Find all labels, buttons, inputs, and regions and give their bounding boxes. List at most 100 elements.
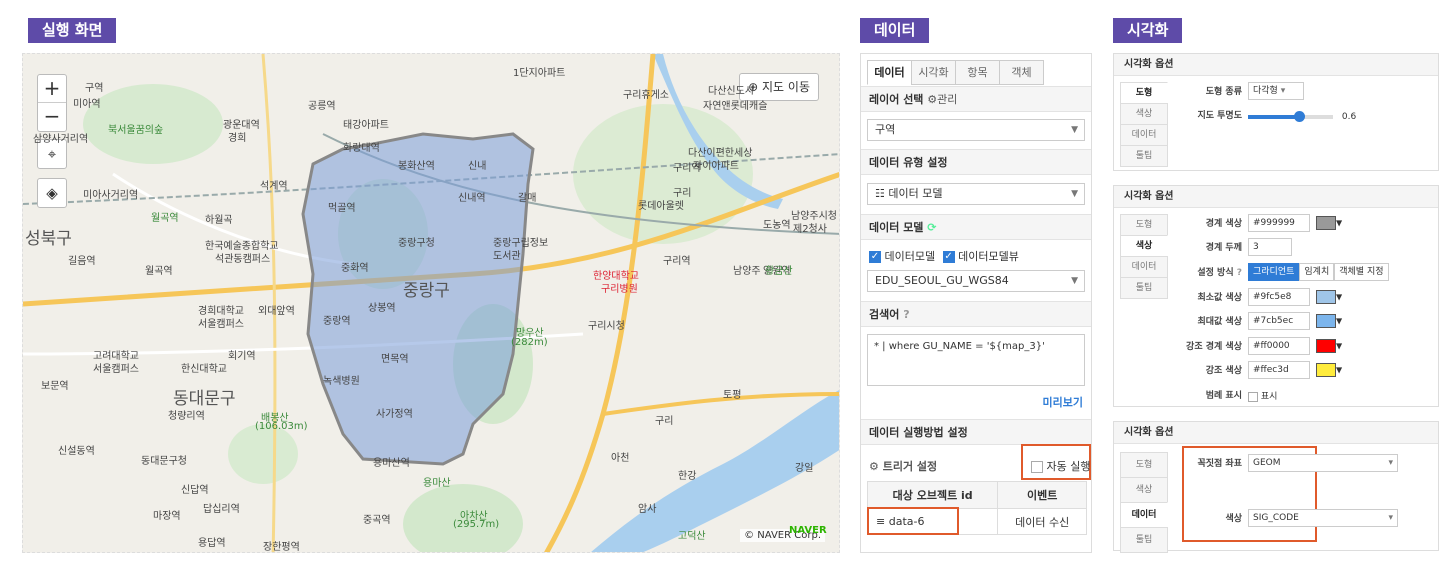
shape-type-row: 도형 종류 다각형 ▾ bbox=[1172, 82, 1434, 104]
map-label: 보문역 bbox=[41, 381, 69, 392]
color-swatch[interactable] bbox=[1316, 339, 1336, 353]
opacity-slider[interactable] bbox=[1248, 110, 1333, 122]
tab-tooltip[interactable]: 툴팁 bbox=[1120, 527, 1168, 553]
trigger-setting[interactable]: ⚙ 트리거 설정 bbox=[869, 458, 937, 474]
map-label: 중랑구 bbox=[403, 281, 450, 301]
zoom-control: + − bbox=[37, 74, 67, 132]
map-label: 롯데아울렛 bbox=[638, 201, 684, 212]
gear-icon: ⚙ bbox=[927, 93, 938, 106]
tab-items[interactable]: 항목 bbox=[955, 60, 1000, 85]
tab-color[interactable]: 색상 bbox=[1120, 235, 1168, 257]
map-label: 태강아파트 bbox=[343, 120, 389, 131]
map-label: 제2청사 bbox=[793, 224, 827, 235]
map-label: 중곡역 bbox=[363, 515, 391, 526]
data-model-select[interactable]: EDU_SEOUL_GU_WGS84 ▼ bbox=[867, 270, 1085, 292]
map-label: 구리역 bbox=[673, 163, 701, 174]
map-label: 토평 bbox=[723, 390, 742, 401]
tab-data[interactable]: 데이터 bbox=[867, 60, 912, 85]
zoom-out-button[interactable]: − bbox=[38, 103, 66, 131]
vis-options-data: 시각화 옵션 도형 색상 데이터 툴팁 꼭짓점 좌표 GEOM ▾ 색상 SIG_… bbox=[1113, 421, 1439, 553]
tab-data[interactable]: 데이터 bbox=[1120, 256, 1168, 278]
vertex-row: 꼭짓점 좌표 GEOM ▾ bbox=[1172, 454, 1434, 476]
tab-object[interactable]: 객체 bbox=[999, 60, 1044, 85]
highlight-color-input[interactable]: #ffec3d bbox=[1248, 361, 1310, 379]
tab-shape[interactable]: 도형 bbox=[1120, 452, 1168, 478]
map-label: 신내 bbox=[468, 161, 487, 172]
tab-data[interactable]: 데이터 bbox=[1120, 502, 1168, 528]
color-field-select[interactable]: SIG_CODE ▾ bbox=[1248, 509, 1398, 527]
data-model-checkbox[interactable]: ✓ bbox=[869, 251, 881, 263]
border-width-input[interactable]: 3 bbox=[1248, 238, 1292, 256]
data-type-select[interactable]: ☷ 데이터 모델 ▼ bbox=[867, 183, 1085, 205]
event-cell: 데이터 수신 bbox=[997, 508, 1087, 535]
vertex-select[interactable]: GEOM ▾ bbox=[1248, 454, 1398, 472]
tab-color[interactable]: 색상 bbox=[1120, 477, 1168, 503]
chevron-down-icon[interactable]: ▼ bbox=[1336, 317, 1342, 326]
tab-data[interactable]: 데이터 bbox=[1120, 124, 1168, 146]
map-label: (282m) bbox=[511, 337, 548, 348]
map-label: 경희 bbox=[228, 133, 247, 144]
map-label: 면목역 bbox=[381, 354, 409, 365]
visualization-header: 시각화 bbox=[1113, 18, 1183, 43]
highlight-border-input[interactable]: #ff0000 bbox=[1248, 337, 1310, 355]
tab-color[interactable]: 색상 bbox=[1120, 103, 1168, 125]
vis-options-title: 시각화 옵션 bbox=[1114, 186, 1438, 208]
map-label: 화랑대역 bbox=[343, 143, 380, 154]
color-swatch[interactable] bbox=[1316, 290, 1336, 304]
auto-run-checkbox[interactable]: 자동 실행 bbox=[1031, 458, 1090, 474]
run-screen-header: 실행 화면 bbox=[28, 18, 117, 43]
layer-select[interactable]: 구역 ▼ bbox=[867, 119, 1085, 141]
map-label: 먹골역 bbox=[328, 203, 356, 214]
naver-logo: NAVER bbox=[789, 525, 827, 536]
max-color-input[interactable]: #7cb5ec bbox=[1248, 312, 1310, 330]
legend-checkbox[interactable] bbox=[1248, 391, 1258, 402]
map-label: 서울캠퍼스 bbox=[198, 319, 244, 330]
opacity-row: 지도 투명도 0.6 bbox=[1197, 110, 1357, 122]
map-label: 신내역 bbox=[458, 193, 486, 204]
color-swatch[interactable] bbox=[1316, 314, 1336, 328]
refresh-icon[interactable]: ⟳ bbox=[927, 221, 936, 234]
map-label: 용마산 bbox=[423, 478, 451, 489]
tab-tooltip[interactable]: 툴팁 bbox=[1120, 277, 1168, 299]
map-label: 신설동역 bbox=[58, 446, 95, 457]
tab-visualization[interactable]: 시각화 bbox=[911, 60, 956, 85]
chevron-down-icon[interactable]: ▼ bbox=[1336, 219, 1342, 228]
chevron-down-icon[interactable]: ▼ bbox=[1336, 366, 1342, 375]
map-label: 답십리역 bbox=[203, 504, 240, 515]
preview-link[interactable]: 미리보기 bbox=[1043, 394, 1083, 410]
map-view[interactable]: + − ⌖ ◈ ⊕ 지도 이동 1단지아파트 구리휴게소 다산신도시 자연앤롯데… bbox=[22, 53, 840, 553]
highlight-color-row: 강조 색상 #ffec3d ▼ bbox=[1172, 361, 1434, 383]
map-label: 도서관 bbox=[493, 251, 521, 262]
per-object-button[interactable]: 객체별 지정 bbox=[1334, 263, 1389, 281]
manage-link[interactable]: ⚙관리 bbox=[927, 93, 957, 106]
tab-shape[interactable]: 도형 bbox=[1120, 82, 1168, 104]
threshold-button[interactable]: 임계치 bbox=[1299, 263, 1335, 281]
chevron-down-icon[interactable]: ▼ bbox=[1336, 293, 1342, 302]
layers-icon[interactable]: ◈ bbox=[37, 178, 67, 208]
col-target-id: 대상 오브젝트 id bbox=[866, 481, 999, 509]
min-color-input[interactable]: #9fc5e8 bbox=[1248, 288, 1310, 306]
search-query-textarea[interactable]: * | where GU_NAME = '${map_3}' bbox=[867, 334, 1085, 386]
map-label: 북서울꿈의숲 bbox=[108, 125, 164, 136]
map-label: 삼양사거리역 bbox=[33, 134, 89, 145]
tab-shape[interactable]: 도형 bbox=[1120, 214, 1168, 236]
chevron-down-icon[interactable]: ▼ bbox=[1336, 342, 1342, 351]
gradient-button[interactable]: 그라디언트 bbox=[1248, 263, 1300, 281]
shape-type-select[interactable]: 다각형 ▾ bbox=[1248, 82, 1304, 100]
zoom-in-button[interactable]: + bbox=[38, 75, 66, 103]
map-label: 공릉역 bbox=[308, 101, 336, 112]
map-label: 1단지아파트 bbox=[513, 68, 566, 79]
map-label: 회기역 bbox=[228, 351, 256, 362]
color-swatch[interactable] bbox=[1316, 216, 1336, 230]
chevron-down-icon: ▾ bbox=[1280, 86, 1286, 96]
opacity-value: 0.6 bbox=[1341, 112, 1357, 122]
tab-tooltip[interactable]: 툴팁 bbox=[1120, 145, 1168, 167]
map-label: 신답역 bbox=[181, 485, 209, 496]
map-label: 고덕산 bbox=[678, 531, 706, 542]
gear-icon: ⚙ bbox=[869, 460, 879, 473]
map-label: (295.7m) bbox=[453, 519, 500, 530]
color-swatch[interactable] bbox=[1316, 363, 1336, 377]
border-color-input[interactable]: #999999 bbox=[1248, 214, 1310, 232]
data-model-view-checkbox[interactable]: ✓ bbox=[942, 251, 955, 263]
exec-method-header: 데이터 실행방법 설정 bbox=[861, 419, 1091, 445]
